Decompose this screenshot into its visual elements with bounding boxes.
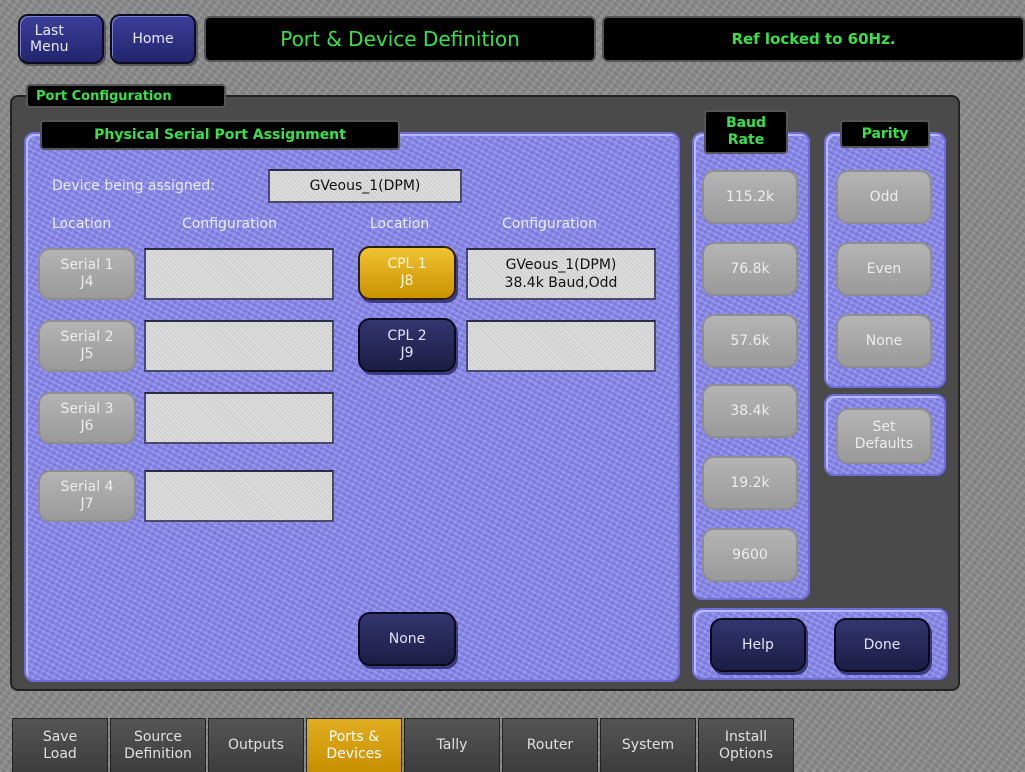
physical-serial-port-tab: Physical Serial Port Assignment <box>40 120 400 150</box>
tab-outputs[interactable]: Outputs <box>208 718 304 772</box>
location-header-right: Location <box>370 216 430 232</box>
baud-9600-button[interactable]: 9600 <box>702 528 798 582</box>
configuration-header-right: Configuration <box>502 216 597 232</box>
tab-save-load[interactable]: Save Load <box>12 718 108 772</box>
serial-3-config <box>144 392 334 444</box>
cpl-1-config: GVeous_1(DPM) 38.4k Baud,Odd <box>466 248 656 300</box>
configuration-header-left: Configuration <box>182 216 277 232</box>
parity-even-button[interactable]: Even <box>836 242 932 296</box>
tab-install-options[interactable]: Install Options <box>698 718 794 772</box>
serial-3-button[interactable]: Serial 3 J6 <box>38 392 136 444</box>
help-button[interactable]: Help <box>710 618 806 672</box>
location-header-left: Location <box>52 216 112 232</box>
cpl-2-config <box>466 320 656 372</box>
serial-4-config <box>144 470 334 522</box>
serial-2-config <box>144 320 334 372</box>
device-being-assigned-label: Device being assigned: <box>52 178 215 194</box>
serial-1-config <box>144 248 334 300</box>
home-button[interactable]: Home <box>110 14 196 64</box>
tab-system[interactable]: System <box>600 718 696 772</box>
last-menu-button[interactable]: Last Menu <box>18 14 104 64</box>
serial-2-button[interactable]: Serial 2 J5 <box>38 320 136 372</box>
parity-odd-button[interactable]: Odd <box>836 170 932 224</box>
baud-76-8k-button[interactable]: 76.8k <box>702 242 798 296</box>
page-title: Port & Device Definition <box>204 16 596 62</box>
parity-tab: Parity <box>840 120 930 148</box>
baud-115-2k-button[interactable]: 115.2k <box>702 170 798 224</box>
status-display: Ref locked to 60Hz. <box>602 16 1025 62</box>
serial-1-button[interactable]: Serial 1 J4 <box>38 248 136 300</box>
device-being-assigned-field: GVeous_1(DPM) <box>268 169 462 203</box>
tab-router[interactable]: Router <box>502 718 598 772</box>
tab-tally[interactable]: Tally <box>404 718 500 772</box>
baud-rate-tab: Baud Rate <box>704 110 788 154</box>
port-configuration-tab: Port Configuration <box>26 84 226 108</box>
tab-ports-devices[interactable]: Ports & Devices <box>306 718 402 772</box>
none-button[interactable]: None <box>358 612 456 666</box>
baud-19-2k-button[interactable]: 19.2k <box>702 456 798 510</box>
parity-none-button[interactable]: None <box>836 314 932 368</box>
tab-source-definition[interactable]: Source Definition <box>110 718 206 772</box>
serial-4-button[interactable]: Serial 4 J7 <box>38 470 136 522</box>
baud-38-4k-button[interactable]: 38.4k <box>702 384 798 438</box>
cpl-2-button[interactable]: CPL 2 J9 <box>358 318 456 372</box>
baud-57-6k-button[interactable]: 57.6k <box>702 314 798 368</box>
done-button[interactable]: Done <box>834 618 930 672</box>
set-defaults-button[interactable]: Set Defaults <box>836 408 932 464</box>
cpl-1-button[interactable]: CPL 1 J8 <box>358 246 456 300</box>
